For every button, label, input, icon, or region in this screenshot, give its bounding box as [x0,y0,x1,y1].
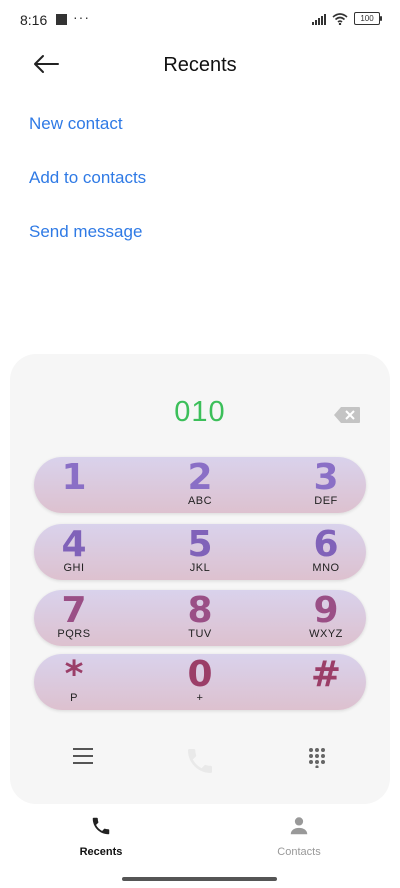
key-digit: 0 [187,654,213,695]
key-digit: 1 [61,457,87,498]
key-digit: * [64,654,84,695]
key-1[interactable]: 1 [44,457,104,513]
phone-icon [92,817,110,835]
backspace-icon [334,407,360,423]
person-icon [290,817,308,835]
dialer-tools [0,745,400,775]
key-digit: 6 [313,524,339,565]
keypad-row: 4 GHI 5 JKL 6 MNO [34,524,366,580]
send-message-link[interactable]: Send message [29,222,142,242]
page-title: Recents [163,54,237,76]
key-digit: # [310,654,342,695]
key-digit: 3 [313,457,339,498]
tab-recents-label: Recents [79,846,123,858]
key-digit: 7 [61,590,87,631]
keypad-row: 1 2 ABC 3 DEF [34,457,366,513]
key-4[interactable]: 4 GHI [44,524,104,580]
battery-icon: 100 [354,12,382,25]
new-contact-link[interactable]: New contact [29,114,123,134]
call-button[interactable] [184,745,216,777]
key-letters: DEF [314,495,338,507]
key-9[interactable]: 9 WXYZ [296,590,356,646]
key-digit: 4 [61,524,87,565]
key-3[interactable]: 3 DEF [296,457,356,513]
key-8[interactable]: 8 TUV [170,590,230,646]
more-notifications-icon: ··· [73,9,90,25]
keypad-row: * P 0 + # [34,654,366,710]
tab-contacts-label: Contacts [277,846,321,858]
key-7[interactable]: 7 PQRS [44,590,104,646]
key-digit: 2 [187,457,213,498]
key-letters: TUV [188,628,212,640]
key-letters: P [70,692,78,704]
header: Recents [0,40,400,90]
backspace-button[interactable] [333,406,361,424]
key-digit: 9 [313,590,339,631]
keypad-row: 7 PQRS 8 TUV 9 WXYZ [34,590,366,646]
phone-icon [188,749,212,773]
key-0[interactable]: 0 + [170,654,230,710]
notification-icon [56,14,67,25]
key-digit: 5 [187,524,213,565]
wifi-icon [332,12,348,25]
status-time: 8:16 [20,12,48,28]
bottom-nav: Recents Contacts [0,810,400,860]
tab-recents[interactable]: Recents [41,815,161,858]
status-icons: 100 [312,12,382,25]
key-star[interactable]: * P [44,654,104,710]
add-to-contacts-link[interactable]: Add to contacts [29,168,146,188]
key-6[interactable]: 6 MNO [296,524,356,580]
key-letters: JKL [189,562,211,574]
status-bar: 8:16 ··· 100 [0,0,400,40]
key-hash[interactable]: # [296,654,356,710]
key-letters: PQRS [57,628,91,640]
key-5[interactable]: 5 JKL [170,524,230,580]
key-letters: MNO [312,562,340,574]
key-digit: 8 [187,590,213,631]
key-letters: + [196,692,204,704]
key-letters: GHI [63,562,85,574]
menu-button[interactable] [73,748,93,766]
key-2[interactable]: 2 ABC [170,457,230,513]
tab-contacts[interactable]: Contacts [239,815,359,858]
keypad-grid-icon [309,748,325,769]
home-indicator[interactable] [122,877,277,881]
signal-icon [312,13,326,25]
key-letters: ABC [187,495,213,507]
keypad-toggle-button[interactable] [306,746,328,769]
key-letters: WXYZ [309,628,343,640]
